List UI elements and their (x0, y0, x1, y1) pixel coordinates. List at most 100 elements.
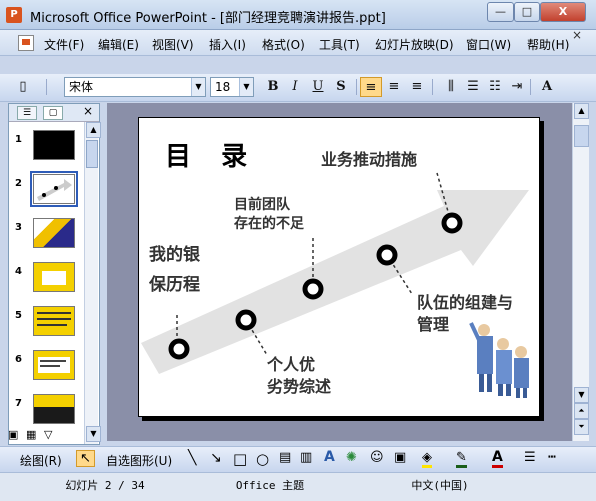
slide-thumbnail-panel: ☰ ▢ × 1 2 3 4 5 6 7 ▲ ▼ (8, 103, 101, 445)
slide-number: 3 (15, 222, 22, 233)
bullets-icon[interactable]: ☷ (484, 77, 506, 97)
slide-title: 目 录 (165, 142, 252, 172)
line-color-icon[interactable]: ✎ (456, 450, 467, 468)
increase-indent-icon[interactable]: ⇥ (506, 77, 528, 97)
align-center-button[interactable]: ≡ (383, 77, 405, 97)
scroll-thumb[interactable] (574, 125, 589, 147)
agenda-line: 队伍的组建与 (417, 293, 514, 312)
agenda-item-strengths-weaknesses: 个人优 劣势综述 (267, 354, 331, 398)
agenda-item-business-measures: 业务推动措施 (321, 150, 418, 169)
menu-bar: 文件(F) 编辑(E) 视图(V) 插入(I) 格式(O) 工具(T) 幻灯片放… (0, 30, 596, 56)
fill-color-icon[interactable]: ◈ (422, 450, 432, 468)
diagram-icon[interactable]: ✺ (346, 450, 357, 465)
menu-edit[interactable]: 编辑(E) (98, 36, 139, 53)
powerpoint-app-icon[interactable]: P (6, 7, 22, 23)
line-style-icon[interactable]: ☰ (524, 450, 536, 465)
dash-style-icon[interactable]: ┅ (548, 450, 556, 465)
drawing-toolbar: 绘图(R) ↖ 自选图形(U) ╲ ↘ □ ○ ▤ ▥ A ✺ ☺ ▣ ◈ ✎ … (0, 446, 596, 472)
textbox-tool-icon[interactable]: ▤ (279, 450, 291, 465)
slide-thumbnail-7[interactable]: 7 (11, 392, 83, 432)
slide-number: 2 (15, 178, 22, 189)
menu-format[interactable]: 格式(O) (262, 36, 305, 53)
new-document-icon[interactable]: ▯ (12, 77, 34, 97)
previous-slide-icon[interactable]: ⏶ (574, 403, 589, 419)
slide-counter: 幻灯片 2 / 34 (65, 479, 145, 492)
autoshapes-menu-button[interactable]: 自选图形(U) (106, 452, 172, 469)
slideshow-view-icon[interactable]: ▽ (44, 428, 52, 441)
slide-thumbnail-3[interactable]: 3 (11, 216, 83, 256)
slides-tab[interactable]: ▢ (43, 106, 63, 120)
slide-thumbnail-2[interactable]: 2 (11, 171, 83, 212)
font-size-select[interactable]: 18 ▼ (210, 77, 254, 97)
slide-number: 6 (15, 354, 22, 365)
columns-icon[interactable]: ⫼ (440, 77, 462, 97)
close-window-button[interactable]: X (540, 2, 586, 22)
rectangle-tool-icon[interactable]: □ (233, 450, 247, 468)
agenda-line: 个人优 (267, 355, 316, 374)
align-right-button[interactable]: ≡ (406, 77, 428, 97)
status-bar: 幻灯片 2 / 34 Office 主题 中文(中国) (0, 472, 596, 501)
menu-tools[interactable]: 工具(T) (319, 36, 360, 53)
slide-thumbnail-1[interactable]: 1 (11, 128, 83, 168)
document-icon[interactable] (18, 35, 34, 51)
numbering-icon[interactable]: ☰ (462, 77, 484, 97)
panel-scroll-thumb[interactable] (86, 140, 98, 168)
italic-button[interactable]: I (284, 77, 306, 97)
agenda-line: 目前团队 (234, 197, 290, 213)
next-slide-icon[interactable]: ⏷ (574, 419, 589, 435)
scroll-down-icon[interactable]: ▼ (574, 387, 589, 403)
close-panel-icon[interactable]: × (83, 104, 93, 118)
oval-tool-icon[interactable]: ○ (256, 450, 269, 468)
select-pointer-icon[interactable]: ↖ (76, 450, 95, 467)
agenda-line: 劣势综述 (267, 377, 332, 396)
font-color-icon[interactable]: A (492, 449, 503, 468)
menu-insert[interactable]: 插入(I) (209, 36, 246, 53)
picture-icon[interactable]: ▣ (394, 450, 406, 465)
normal-view-icon[interactable]: ▣ (8, 428, 18, 441)
language-indicator: 中文(中国) (411, 479, 469, 492)
line-tool-icon[interactable]: ╲ (188, 450, 196, 466)
chevron-down-icon[interactable]: ▼ (239, 78, 253, 96)
wordart-icon[interactable]: A (324, 449, 335, 465)
grow-font-button[interactable]: A (536, 77, 558, 97)
slide-sorter-view-icon[interactable]: ▦ (26, 428, 36, 441)
font-name-value: 宋体 (69, 80, 94, 94)
draw-menu-button[interactable]: 绘图(R) (20, 452, 62, 469)
agenda-line: 管理 (417, 315, 450, 334)
align-left-button[interactable]: ≡ (360, 77, 382, 97)
bold-button[interactable]: B (262, 77, 284, 97)
slide-vertical-scrollbar[interactable]: ▲ ▼ ⏶ ⏷ (572, 103, 589, 441)
slide-thumbnail-5[interactable]: 5 (11, 304, 83, 344)
slide-number: 1 (15, 134, 22, 145)
clipart-icon[interactable]: ☺ (370, 450, 384, 465)
scroll-down-icon[interactable]: ▼ (86, 426, 101, 442)
theme-name: Office 主题 (235, 479, 305, 492)
scroll-up-icon[interactable]: ▲ (574, 103, 589, 119)
panel-scrollbar[interactable]: ▲ ▼ (84, 122, 101, 444)
maximize-button[interactable]: □ (514, 2, 540, 22)
menu-view[interactable]: 视图(V) (152, 36, 194, 53)
close-document-icon[interactable]: × (572, 28, 582, 42)
menu-help[interactable]: 帮助(H) (527, 36, 569, 53)
scroll-up-icon[interactable]: ▲ (86, 122, 101, 138)
shadow-button[interactable]: S (330, 77, 352, 97)
font-name-select[interactable]: 宋体 ▼ (64, 77, 206, 97)
chevron-down-icon[interactable]: ▼ (191, 78, 205, 96)
menu-file[interactable]: 文件(F) (44, 36, 84, 53)
arrow-tool-icon[interactable]: ↘ (210, 450, 222, 466)
slide-editing-area: 目 录 我的银 保历程 目前团队 存在的不足 业务推动措施 个人优 劣势综述 队… (107, 103, 572, 441)
slide-thumbnail-6[interactable]: 6 (11, 348, 83, 388)
outline-tab[interactable]: ☰ (17, 106, 37, 120)
slide-canvas[interactable]: 目 录 我的银 保历程 目前团队 存在的不足 业务推动措施 个人优 劣势综述 队… (138, 117, 540, 417)
vertical-textbox-icon[interactable]: ▥ (300, 450, 312, 465)
slide-number: 5 (15, 310, 22, 321)
slide-number: 7 (15, 398, 22, 409)
underline-button[interactable]: U (307, 77, 329, 97)
menu-slideshow[interactable]: 幻灯片放映(D) (375, 36, 454, 53)
font-size-value: 18 (215, 80, 231, 94)
slide-thumbnail-4[interactable]: 4 (11, 260, 83, 300)
agenda-line: 我的银 (149, 245, 200, 265)
menu-window[interactable]: 窗口(W) (466, 36, 511, 53)
minimize-button[interactable]: — (487, 2, 514, 22)
agenda-item-banking-history: 我的银 保历程 (149, 240, 200, 300)
